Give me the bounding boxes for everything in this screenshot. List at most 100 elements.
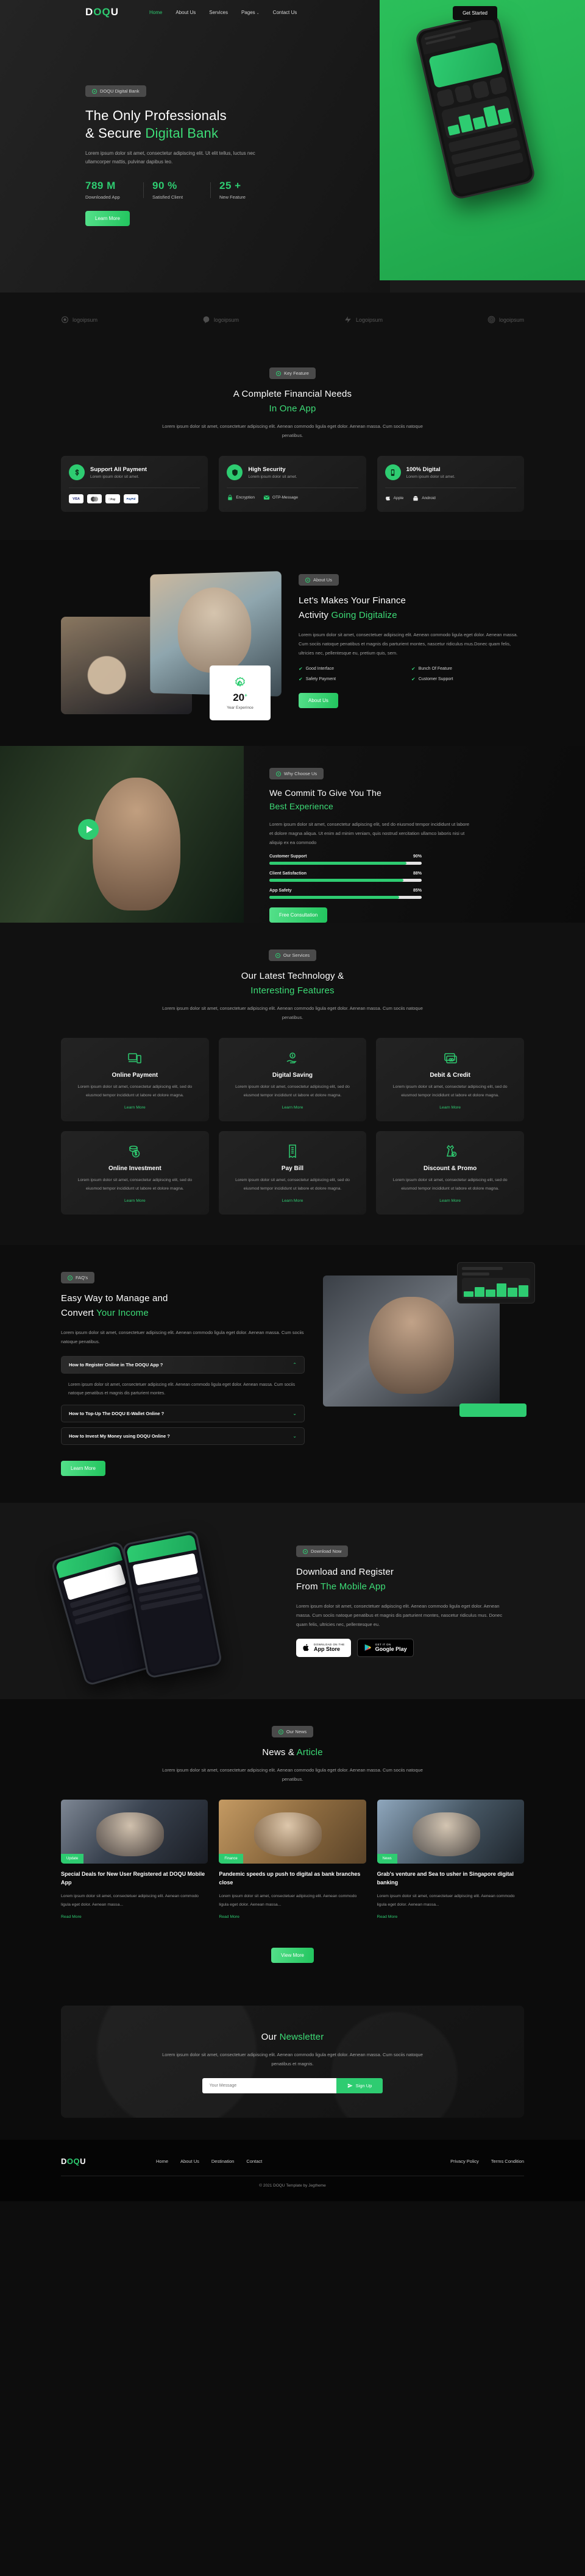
faq-learn-more-button[interactable]: Learn More (61, 1461, 105, 1477)
logo-d: D (85, 6, 94, 18)
feature-card-head: Support All Payment Lorem ipsum dolor si… (69, 464, 200, 480)
news-read-more-link[interactable]: Read More (377, 1915, 398, 1919)
partner-logo-label: logoipsum (213, 316, 239, 323)
nav-item-pages[interactable]: Pages ⌄ (241, 10, 260, 15)
check-label: Safety Payment (305, 677, 336, 681)
key-feature-title: A Complete Financial Needs In One App (61, 387, 524, 416)
feature-card-support-all-payment[interactable]: Support All Payment Lorem ipsum dolor si… (61, 456, 208, 512)
footer-logo-oq: OQ (66, 2157, 80, 2166)
shield-icon (227, 464, 243, 480)
progress-fill (269, 861, 406, 865)
service-learn-more-link[interactable]: Learn More (439, 1199, 461, 1203)
brand-logo[interactable]: DOQU (85, 6, 119, 18)
service-learn-more-link[interactable]: Learn More (282, 1105, 303, 1110)
service-card-online-payment[interactable]: Online Payment Lorem ipsum dolor sit ame… (61, 1038, 209, 1122)
android-badge: Android (412, 495, 436, 502)
news-tag: News (377, 1854, 397, 1864)
play-button-icon[interactable] (78, 819, 99, 840)
faq-dashboard-widget (457, 1262, 535, 1304)
android-label: Android (422, 495, 436, 500)
footer-nav-primary: Home About Us Destination Contact (156, 2159, 262, 2164)
hero-learn-more-button[interactable]: Learn More (85, 211, 130, 227)
partner-logos-section: logoipsum logoipsum Logoipsum logoipsum (0, 293, 585, 347)
faq-title-line2b: Your Income (96, 1308, 149, 1319)
about-grid: 20+ Year Experince About Us Let's Makes … (61, 568, 524, 720)
feature-card-high-security[interactable]: High Security Lorem ipsum dolor sit amet… (219, 456, 366, 512)
nav-item-contact-us[interactable]: Contact Us (273, 10, 297, 15)
service-card-pay-bill[interactable]: Pay Bill Lorem ipsum dolor sit amet, con… (218, 1131, 367, 1215)
view-more-button[interactable]: View More (271, 1948, 314, 1964)
chevron-up-icon[interactable]: ⌃ (292, 1362, 297, 1368)
nav-item-about-us[interactable]: About Us (176, 10, 196, 15)
check-item: ✔ Bunch Of Feature (411, 666, 524, 672)
faq-item-header[interactable]: How to Register Online in The DOQU App ?… (62, 1357, 304, 1373)
footer-link-contact[interactable]: Contact (246, 2159, 262, 2164)
nav-item-services[interactable]: Services (209, 10, 228, 15)
apple-icon (385, 496, 390, 501)
newsletter-signup-label: Sign Up (355, 2083, 372, 2089)
hero-title-line2b: Digital Bank (145, 126, 219, 141)
spiral-icon (488, 316, 495, 324)
faq-item-header[interactable]: How to Top-Up The DOQU E-Wallet Online ?… (62, 1405, 304, 1422)
chevron-down-icon[interactable]: ⌄ (292, 1411, 297, 1416)
service-learn-more-link[interactable]: Learn More (124, 1199, 146, 1203)
hero-title: The Only Professionals & Secure Digital … (85, 107, 341, 142)
footer-link-home[interactable]: Home (156, 2159, 168, 2164)
service-learn-more-link[interactable]: Learn More (124, 1105, 146, 1110)
nav-item-home[interactable]: Home (149, 10, 162, 15)
dress-tag-icon (385, 1142, 516, 1160)
newsletter-input[interactable] (202, 2078, 336, 2094)
progress-fill (269, 895, 399, 899)
hero-section: DOQU Home About Us Services Pages ⌄ Conta… (0, 0, 585, 293)
about-paragraph: Lorem ipsum dolor sit amet, consectetuer… (299, 632, 518, 656)
partner-logo-1: logoipsum (61, 316, 98, 324)
nav-links: Home About Us Services Pages ⌄ Contact Us (149, 10, 297, 15)
service-card-desc: Lorem ipsum dolor sit amet, consectetur … (392, 1085, 508, 1098)
faq-item-topup[interactable]: How to Top-Up The DOQU E-Wallet Online ?… (61, 1405, 305, 1423)
news-card-1[interactable]: Update Special Deals for New User Regist… (61, 1800, 208, 1921)
footer-link-about-us[interactable]: About Us (180, 2159, 199, 2164)
service-card-digital-saving[interactable]: Digital Saving Lorem ipsum dolor sit ame… (218, 1038, 367, 1122)
feature-card-100-digital[interactable]: 100% Digital Lorem ipsum dolor sit amet.… (377, 456, 524, 512)
faq-item-register[interactable]: How to Register Online in The DOQU App ?… (61, 1356, 305, 1374)
service-card-title: Pay Bill (281, 1165, 304, 1173)
free-consultation-button[interactable]: Free Consultation (269, 907, 328, 923)
faq-item-header[interactable]: How to Invest My Money using DOQU Online… (62, 1428, 304, 1444)
newsletter-signup-button[interactable]: Sign Up (336, 2078, 383, 2094)
get-started-button[interactable]: Get Started (453, 6, 497, 20)
footer-link-privacy-policy[interactable]: Privacy Policy (450, 2159, 479, 2164)
apple-pay-icon: Pay (105, 494, 120, 503)
service-learn-more-link[interactable]: Learn More (439, 1105, 461, 1110)
stat-label: New Feature (219, 194, 246, 200)
progress-value: 88% (413, 871, 422, 876)
lock-icon (228, 494, 233, 500)
news-read-more-link[interactable]: Read More (61, 1915, 82, 1919)
why-progress-bars: Customer Support 90% Client Satisfaction 8… (269, 854, 422, 899)
news-card-2[interactable]: Finance Pandemic speeds up push to digit… (219, 1800, 366, 1921)
faq-item-invest[interactable]: How to Invest My Money using DOQU Online… (61, 1427, 305, 1446)
key-feature-title-line1: A Complete Financial Needs (233, 389, 352, 399)
service-card-discount-promo[interactable]: Discount & Promo Lorem ipsum dolor sit a… (376, 1131, 524, 1215)
award-thumbsup-icon (235, 676, 245, 687)
footer-link-destination[interactable]: Destination (211, 2159, 235, 2164)
chevron-down-icon[interactable]: ⌄ (292, 1433, 297, 1439)
app-store-button[interactable]: Download on the App Store (296, 1639, 351, 1657)
cards-icon (385, 1049, 516, 1067)
news-card-3[interactable]: News Grab's venture and Sea to usher in … (377, 1800, 524, 1921)
footer-link-terms-condition[interactable]: Terms Condition (491, 2159, 524, 2164)
about-button[interactable]: About Us (299, 693, 338, 708)
newsletter-form: Sign Up (202, 2078, 383, 2094)
service-card-online-investment[interactable]: Online Investment Lorem ipsum dolor sit … (61, 1131, 209, 1215)
about-title-line1: Let's Makes Your Finance (299, 595, 406, 606)
about-text: About Us Let's Makes Your Finance Activi… (299, 574, 524, 708)
download-badge-label: Download Now (311, 1549, 342, 1555)
service-card-debit-credit[interactable]: Debit & Credit Lorem ipsum dolor sit ame… (376, 1038, 524, 1122)
phone-action-icon (472, 80, 490, 99)
download-section: Download Now Download and Register From … (0, 1503, 585, 1700)
main-navigation: DOQU Home About Us Services Pages ⌄ Conta… (0, 0, 585, 24)
news-read-more-link[interactable]: Read More (219, 1915, 239, 1919)
google-play-button[interactable]: Get it on Google Play (356, 1639, 414, 1657)
footer-logo[interactable]: DOQU (61, 2157, 86, 2166)
phone-action-icon (489, 76, 508, 96)
service-learn-more-link[interactable]: Learn More (282, 1199, 303, 1203)
